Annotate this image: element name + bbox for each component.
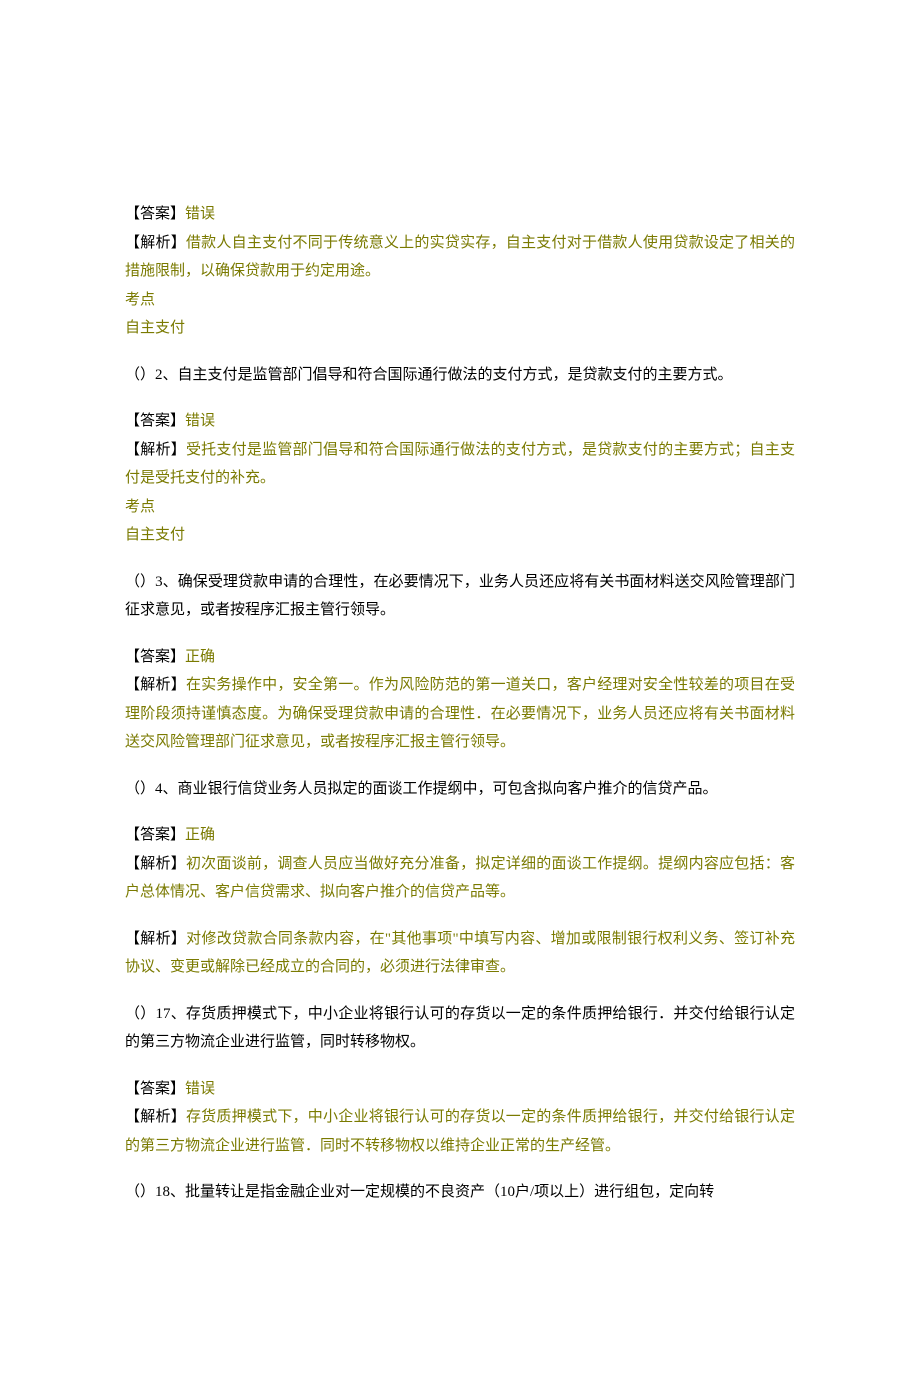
analysis-label: 【解析】 <box>125 856 186 872</box>
analysis-label: 【解析】 <box>125 235 186 251</box>
analysis-label: 【解析】 <box>125 677 186 693</box>
analysis-line: 【解析】对修改贷款合同条款内容，在"其他事项"中填写内容、增加或限制银行权利义务… <box>125 925 795 982</box>
analysis-text: 对修改贷款合同条款内容，在"其他事项"中填写内容、增加或限制银行权利义务、签订补… <box>125 931 795 976</box>
answer-label: 【答案】 <box>125 413 185 429</box>
question-block-3: 【答案】正确 【解析】在实务操作中，安全第一。作为风险防范的第一道关口，客户经理… <box>125 643 795 757</box>
answer-label: 【答案】 <box>125 827 185 843</box>
answer-label: 【答案】 <box>125 1081 185 1097</box>
analysis-text: 受托支付是监管部门倡导和符合国际通行做法的支付方式，是贷款支付的主要方式；自主支… <box>125 442 795 487</box>
answer-line: 【答案】错误 <box>125 1075 795 1104</box>
answer-value: 正确 <box>185 649 215 665</box>
question-text-3: （）3、确保受理贷款申请的合理性，在必要情况下，业务人员还应将有关书面材料送交风… <box>125 568 795 625</box>
analysis-label: 【解析】 <box>125 442 186 458</box>
answer-label: 【答案】 <box>125 649 185 665</box>
question-line: （）4、商业银行信贷业务人员拟定的面谈工作提纲中，可包含拟向客户推介的信贷产品。 <box>125 775 795 804</box>
question-block-1: 【答案】错误 【解析】借款人自主支付不同于传统意义上的实贷实存，自主支付对于借款… <box>125 200 795 343</box>
analysis-label: 【解析】 <box>125 931 186 947</box>
analysis-text: 初次面谈前，调查人员应当做好充分准备，拟定详细的面谈工作提纲。提纲内容应包括：客… <box>125 856 795 901</box>
question-line: （）2、自主支付是监管部门倡导和符合国际通行做法的支付方式，是贷款支付的主要方式… <box>125 361 795 390</box>
analysis-line: 【解析】借款人自主支付不同于传统意义上的实贷实存，自主支付对于借款人使用贷款设定… <box>125 229 795 286</box>
question-block-4: 【答案】正确 【解析】初次面谈前，调查人员应当做好充分准备，拟定详细的面谈工作提… <box>125 821 795 907</box>
question-block-16: 【解析】对修改贷款合同条款内容，在"其他事项"中填写内容、增加或限制银行权利义务… <box>125 925 795 982</box>
answer-line: 【答案】正确 <box>125 643 795 672</box>
answer-line: 【答案】错误 <box>125 407 795 436</box>
answer-value: 错误 <box>185 413 215 429</box>
answer-value: 正确 <box>185 827 215 843</box>
question-text-2: （）2、自主支付是监管部门倡导和符合国际通行做法的支付方式，是贷款支付的主要方式… <box>125 361 795 390</box>
question-line: （）17、存货质押模式下，中小企业将银行认可的存货以一定的条件质押给银行．并交付… <box>125 1000 795 1057</box>
question-line: （）18、批量转让是指金融企业对一定规模的不良资产（10户/项以上）进行组包，定… <box>125 1178 795 1207</box>
analysis-line: 【解析】存货质押模式下，中小企业将银行认可的存货以一定的条件质押给银行，并交付给… <box>125 1103 795 1160</box>
answer-label: 【答案】 <box>125 206 185 222</box>
analysis-label: 【解析】 <box>125 1109 186 1125</box>
kaodian-value: 自主支付 <box>125 521 795 550</box>
analysis-text: 存货质押模式下，中小企业将银行认可的存货以一定的条件质押给银行，并交付给银行认定… <box>125 1109 795 1154</box>
analysis-line: 【解析】初次面谈前，调查人员应当做好充分准备，拟定详细的面谈工作提纲。提纲内容应… <box>125 850 795 907</box>
question-block-2: 【答案】错误 【解析】受托支付是监管部门倡导和符合国际通行做法的支付方式，是贷款… <box>125 407 795 550</box>
analysis-text: 借款人自主支付不同于传统意义上的实贷实存，自主支付对于借款人使用贷款设定了相关的… <box>125 235 795 280</box>
analysis-line: 【解析】受托支付是监管部门倡导和符合国际通行做法的支付方式，是贷款支付的主要方式… <box>125 436 795 493</box>
question-text-4: （）4、商业银行信贷业务人员拟定的面谈工作提纲中，可包含拟向客户推介的信贷产品。 <box>125 775 795 804</box>
analysis-line: 【解析】在实务操作中，安全第一。作为风险防范的第一道关口，客户经理对安全性较差的… <box>125 671 795 757</box>
answer-value: 错误 <box>185 1081 215 1097</box>
kaodian-value: 自主支付 <box>125 314 795 343</box>
question-text-17: （）17、存货质押模式下，中小企业将银行认可的存货以一定的条件质押给银行．并交付… <box>125 1000 795 1057</box>
question-line: （）3、确保受理贷款申请的合理性，在必要情况下，业务人员还应将有关书面材料送交风… <box>125 568 795 625</box>
kaodian-label: 考点 <box>125 286 795 315</box>
answer-line: 【答案】错误 <box>125 200 795 229</box>
answer-line: 【答案】正确 <box>125 821 795 850</box>
kaodian-label: 考点 <box>125 493 795 522</box>
analysis-text: 在实务操作中，安全第一。作为风险防范的第一道关口，客户经理对安全性较差的项目在受… <box>125 677 795 750</box>
answer-value: 错误 <box>185 206 215 222</box>
question-block-17: 【答案】错误 【解析】存货质押模式下，中小企业将银行认可的存货以一定的条件质押给… <box>125 1075 795 1161</box>
question-text-18: （）18、批量转让是指金融企业对一定规模的不良资产（10户/项以上）进行组包，定… <box>125 1178 795 1207</box>
